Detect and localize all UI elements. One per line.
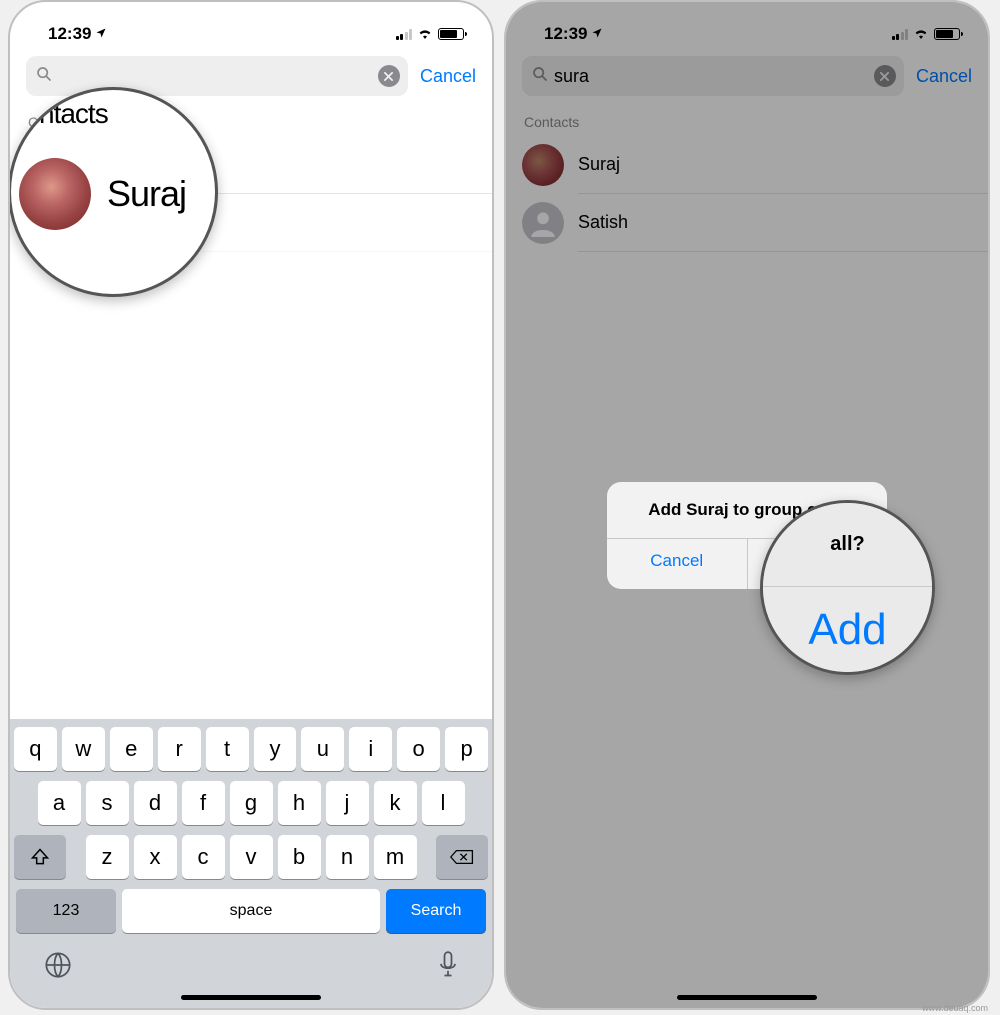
cancel-search-button[interactable]: Cancel xyxy=(420,66,476,87)
alert-cancel-button[interactable]: Cancel xyxy=(607,539,747,589)
magnified-header: ntacts xyxy=(11,90,215,134)
shift-key[interactable] xyxy=(14,835,66,879)
search-icon xyxy=(36,66,52,87)
phone-left: 12:39 xyxy=(8,0,494,1010)
key-y[interactable]: y xyxy=(254,727,297,771)
keyboard-search-button[interactable]: Search xyxy=(386,889,486,933)
key-x[interactable]: x xyxy=(134,835,177,879)
home-indicator[interactable] xyxy=(677,995,817,1000)
key-v[interactable]: v xyxy=(230,835,273,879)
key-l[interactable]: l xyxy=(422,781,465,825)
mic-icon[interactable] xyxy=(438,951,458,984)
key-w[interactable]: w xyxy=(62,727,105,771)
clear-search-icon[interactable] xyxy=(378,65,400,87)
home-indicator[interactable] xyxy=(181,995,321,1000)
magnified-name: Suraj xyxy=(107,173,186,215)
status-time: 12:39 xyxy=(48,24,91,44)
magnified-avatar xyxy=(19,158,91,230)
space-key[interactable]: space xyxy=(122,889,380,933)
key-p[interactable]: p xyxy=(445,727,488,771)
key-d[interactable]: d xyxy=(134,781,177,825)
key-m[interactable]: m xyxy=(374,835,417,879)
key-f[interactable]: f xyxy=(182,781,225,825)
key-c[interactable]: c xyxy=(182,835,225,879)
watermark: www.deuaq.com xyxy=(922,1003,988,1013)
key-i[interactable]: i xyxy=(349,727,392,771)
magnified-alert-title-partial: all? xyxy=(763,503,932,586)
magnified-add-button: Add xyxy=(763,586,932,672)
key-q[interactable]: q xyxy=(14,727,57,771)
key-h[interactable]: h xyxy=(278,781,321,825)
key-e[interactable]: e xyxy=(110,727,153,771)
battery-icon xyxy=(438,28,464,40)
key-s[interactable]: s xyxy=(86,781,129,825)
key-o[interactable]: o xyxy=(397,727,440,771)
key-t[interactable]: t xyxy=(206,727,249,771)
key-n[interactable]: n xyxy=(326,835,369,879)
key-a[interactable]: a xyxy=(38,781,81,825)
key-r[interactable]: r xyxy=(158,727,201,771)
key-b[interactable]: b xyxy=(278,835,321,879)
globe-icon[interactable] xyxy=(44,951,72,984)
numbers-key[interactable]: 123 xyxy=(16,889,116,933)
location-icon xyxy=(95,24,107,44)
key-u[interactable]: u xyxy=(301,727,344,771)
key-z[interactable]: z xyxy=(86,835,129,879)
search-input[interactable] xyxy=(58,66,372,87)
backspace-key[interactable] xyxy=(436,835,488,879)
key-k[interactable]: k xyxy=(374,781,417,825)
status-bar: 12:39 xyxy=(10,2,492,46)
magnify-lens: all? Add xyxy=(760,500,935,675)
magnify-lens: ntacts Suraj xyxy=(8,87,218,297)
key-j[interactable]: j xyxy=(326,781,369,825)
key-g[interactable]: g xyxy=(230,781,273,825)
signal-icon xyxy=(396,29,413,40)
wifi-icon xyxy=(417,24,433,44)
keyboard: qwertyuiop asdfghjkl zxcvbnm 123 space S… xyxy=(10,719,492,1008)
